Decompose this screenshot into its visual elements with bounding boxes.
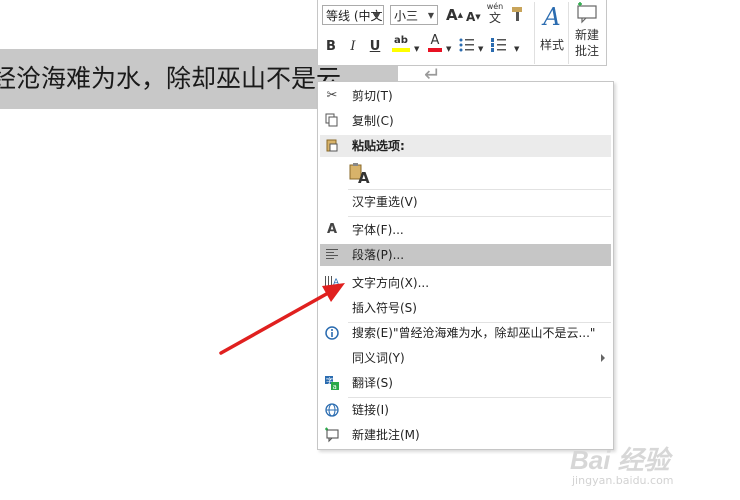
annotation-arrow: [219, 283, 345, 355]
watermark-url: jingyan.baidu.com: [572, 474, 674, 487]
watermark-brand: Bai 经验: [570, 445, 670, 475]
baidu-jingyan-watermark: Bai 经验 jingyan.baidu.com: [570, 440, 730, 495]
